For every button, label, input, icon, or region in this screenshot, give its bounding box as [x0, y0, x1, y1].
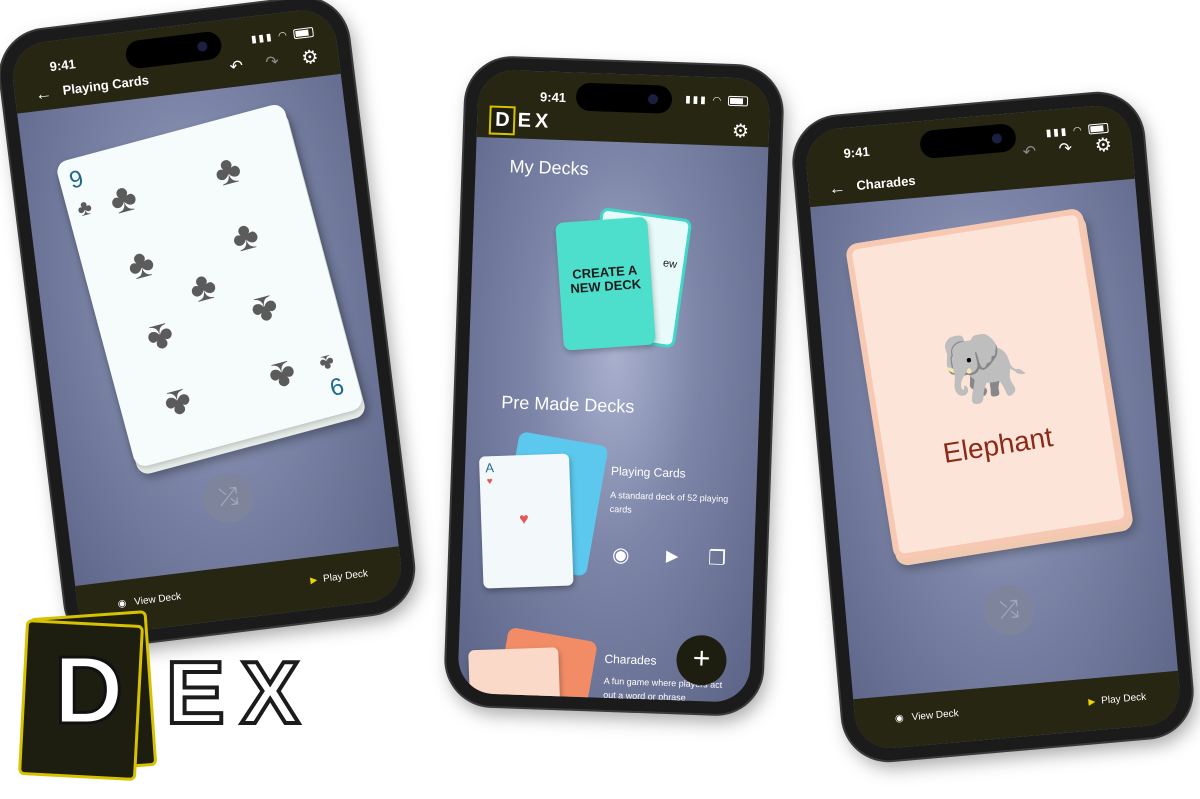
card-word: Elephant: [940, 421, 1055, 469]
play-deck-button[interactable]: ▶ Play Deck: [310, 568, 369, 586]
club-icon: ♣: [122, 239, 160, 290]
elephant-icon: 🐘: [936, 321, 1035, 412]
deck-name: Playing Cards: [610, 463, 686, 481]
club-icon: ♣: [74, 193, 95, 222]
dex-brand-logo: D EX: [17, 608, 358, 783]
play-deck-button[interactable]: ▶ Play Deck: [1088, 692, 1147, 708]
club-icon: ♣: [316, 349, 338, 378]
shuffle-button[interactable]: ⤮: [981, 583, 1037, 638]
top-bar: 9:41 ▮▮▮ ◠ ← Playing Cards ↶ ↷ ⚙: [8, 6, 341, 114]
card-rank-bottom: 6: [327, 372, 347, 403]
club-icon: ♣: [226, 211, 264, 262]
redo-icon[interactable]: ↷: [1058, 138, 1073, 159]
dynamic-island: [575, 82, 673, 114]
heart-icon: ♥: [486, 476, 493, 488]
screen: 9:41 ▮▮▮ ◠ ← Charades ↶ ↷ ⚙ 🐘 Elephant ⤮…: [803, 102, 1183, 752]
create-deck-front: CREATE A NEW DECK: [555, 216, 656, 351]
bottom-bar: ◉ View Deck ▶ Play Deck: [853, 670, 1183, 752]
top-bar: 9:41 ▮▮▮ ◠ D EX ⚙: [476, 69, 771, 148]
dynamic-island: [918, 122, 1018, 160]
premade-decks-heading: Pre Made Decks: [501, 392, 635, 417]
club-icon: ♣: [104, 174, 142, 224]
undo-icon[interactable]: ↶: [1022, 141, 1037, 162]
deck-name: Charades: [604, 651, 657, 668]
play-icon: ▶: [309, 574, 318, 586]
back-arrow-icon[interactable]: ←: [34, 83, 53, 105]
heart-icon: ♥: [518, 510, 529, 529]
view-deck-button[interactable]: ◉ View Deck: [895, 708, 960, 725]
playing-card[interactable]: 9 ♣ ♣ ♣ ♣ ♣ ♣ ♣ ♣ ♣ ♣ ♣ 6: [54, 102, 365, 469]
top-bar: 9:41 ▮▮▮ ◠ ← Charades ↶ ↷ ⚙: [803, 102, 1135, 208]
logo-letter-d: D: [52, 636, 124, 746]
status-time: 9:41: [539, 89, 567, 106]
deck-card-front: [468, 647, 563, 703]
status-time: 9:41: [48, 56, 77, 75]
club-icon: ♣: [142, 313, 179, 363]
status-time: 9:41: [842, 143, 871, 161]
copy-icon[interactable]: ❐: [708, 545, 727, 571]
logo-letters-ex: EX: [164, 641, 316, 744]
redo-icon[interactable]: ↷: [264, 51, 280, 72]
back-arrow-icon[interactable]: ←: [828, 178, 847, 199]
status-icons: ▮▮▮ ◠: [685, 94, 749, 107]
shuffle-button[interactable]: ⤮: [200, 469, 257, 526]
club-icon: ♣: [209, 146, 247, 196]
phone-deck-list: 9:41 ▮▮▮ ◠ D EX ⚙ My Decks ew CREATE A NE…: [444, 56, 784, 716]
phone-charades: 9:41 ▮▮▮ ◠ ← Charades ↶ ↷ ⚙ 🐘 Elephant ⤮…: [790, 89, 1196, 765]
settings-gear-icon[interactable]: ⚙: [300, 46, 320, 71]
my-decks-heading: My Decks: [509, 156, 589, 179]
club-icon: ♣: [264, 350, 301, 401]
settings-gear-icon[interactable]: ⚙: [1094, 134, 1113, 158]
screen: 9:41 ▮▮▮ ◠ D EX ⚙ My Decks ew CREATE A NE…: [457, 69, 771, 703]
screen: 9:41 ▮▮▮ ◠ ← Playing Cards ↶ ↷ ⚙ 9 ♣ ♣ ♣…: [8, 6, 406, 638]
dynamic-island: [124, 30, 223, 70]
screen-title: Charades: [855, 172, 917, 193]
play-icon: ▶: [1087, 696, 1096, 707]
club-icon: ♣: [184, 262, 222, 312]
charades-card[interactable]: 🐘 Elephant: [844, 207, 1132, 562]
club-icon: ♣: [159, 378, 197, 429]
deck-card-front: A ♥ ♥: [478, 453, 574, 589]
dex-logo: D EX: [488, 105, 553, 136]
status-icons: ▮▮▮ ◠: [250, 27, 315, 45]
preview-eye-icon[interactable]: ◉: [612, 542, 630, 568]
card-rank-top: 9: [66, 165, 87, 195]
screen-title: Playing Cards: [61, 72, 150, 98]
club-icon: ♣: [246, 285, 284, 335]
phone-playing-cards: 9:41 ▮▮▮ ◠ ← Playing Cards ↶ ↷ ⚙ 9 ♣ ♣ ♣…: [0, 0, 419, 652]
deck-description: A standard deck of 52 playing cards: [609, 489, 729, 515]
eye-icon: ◉: [894, 712, 905, 725]
settings-gear-icon[interactable]: ⚙: [732, 120, 750, 144]
undo-icon[interactable]: ↶: [229, 56, 245, 77]
play-icon[interactable]: ▶: [666, 546, 679, 566]
